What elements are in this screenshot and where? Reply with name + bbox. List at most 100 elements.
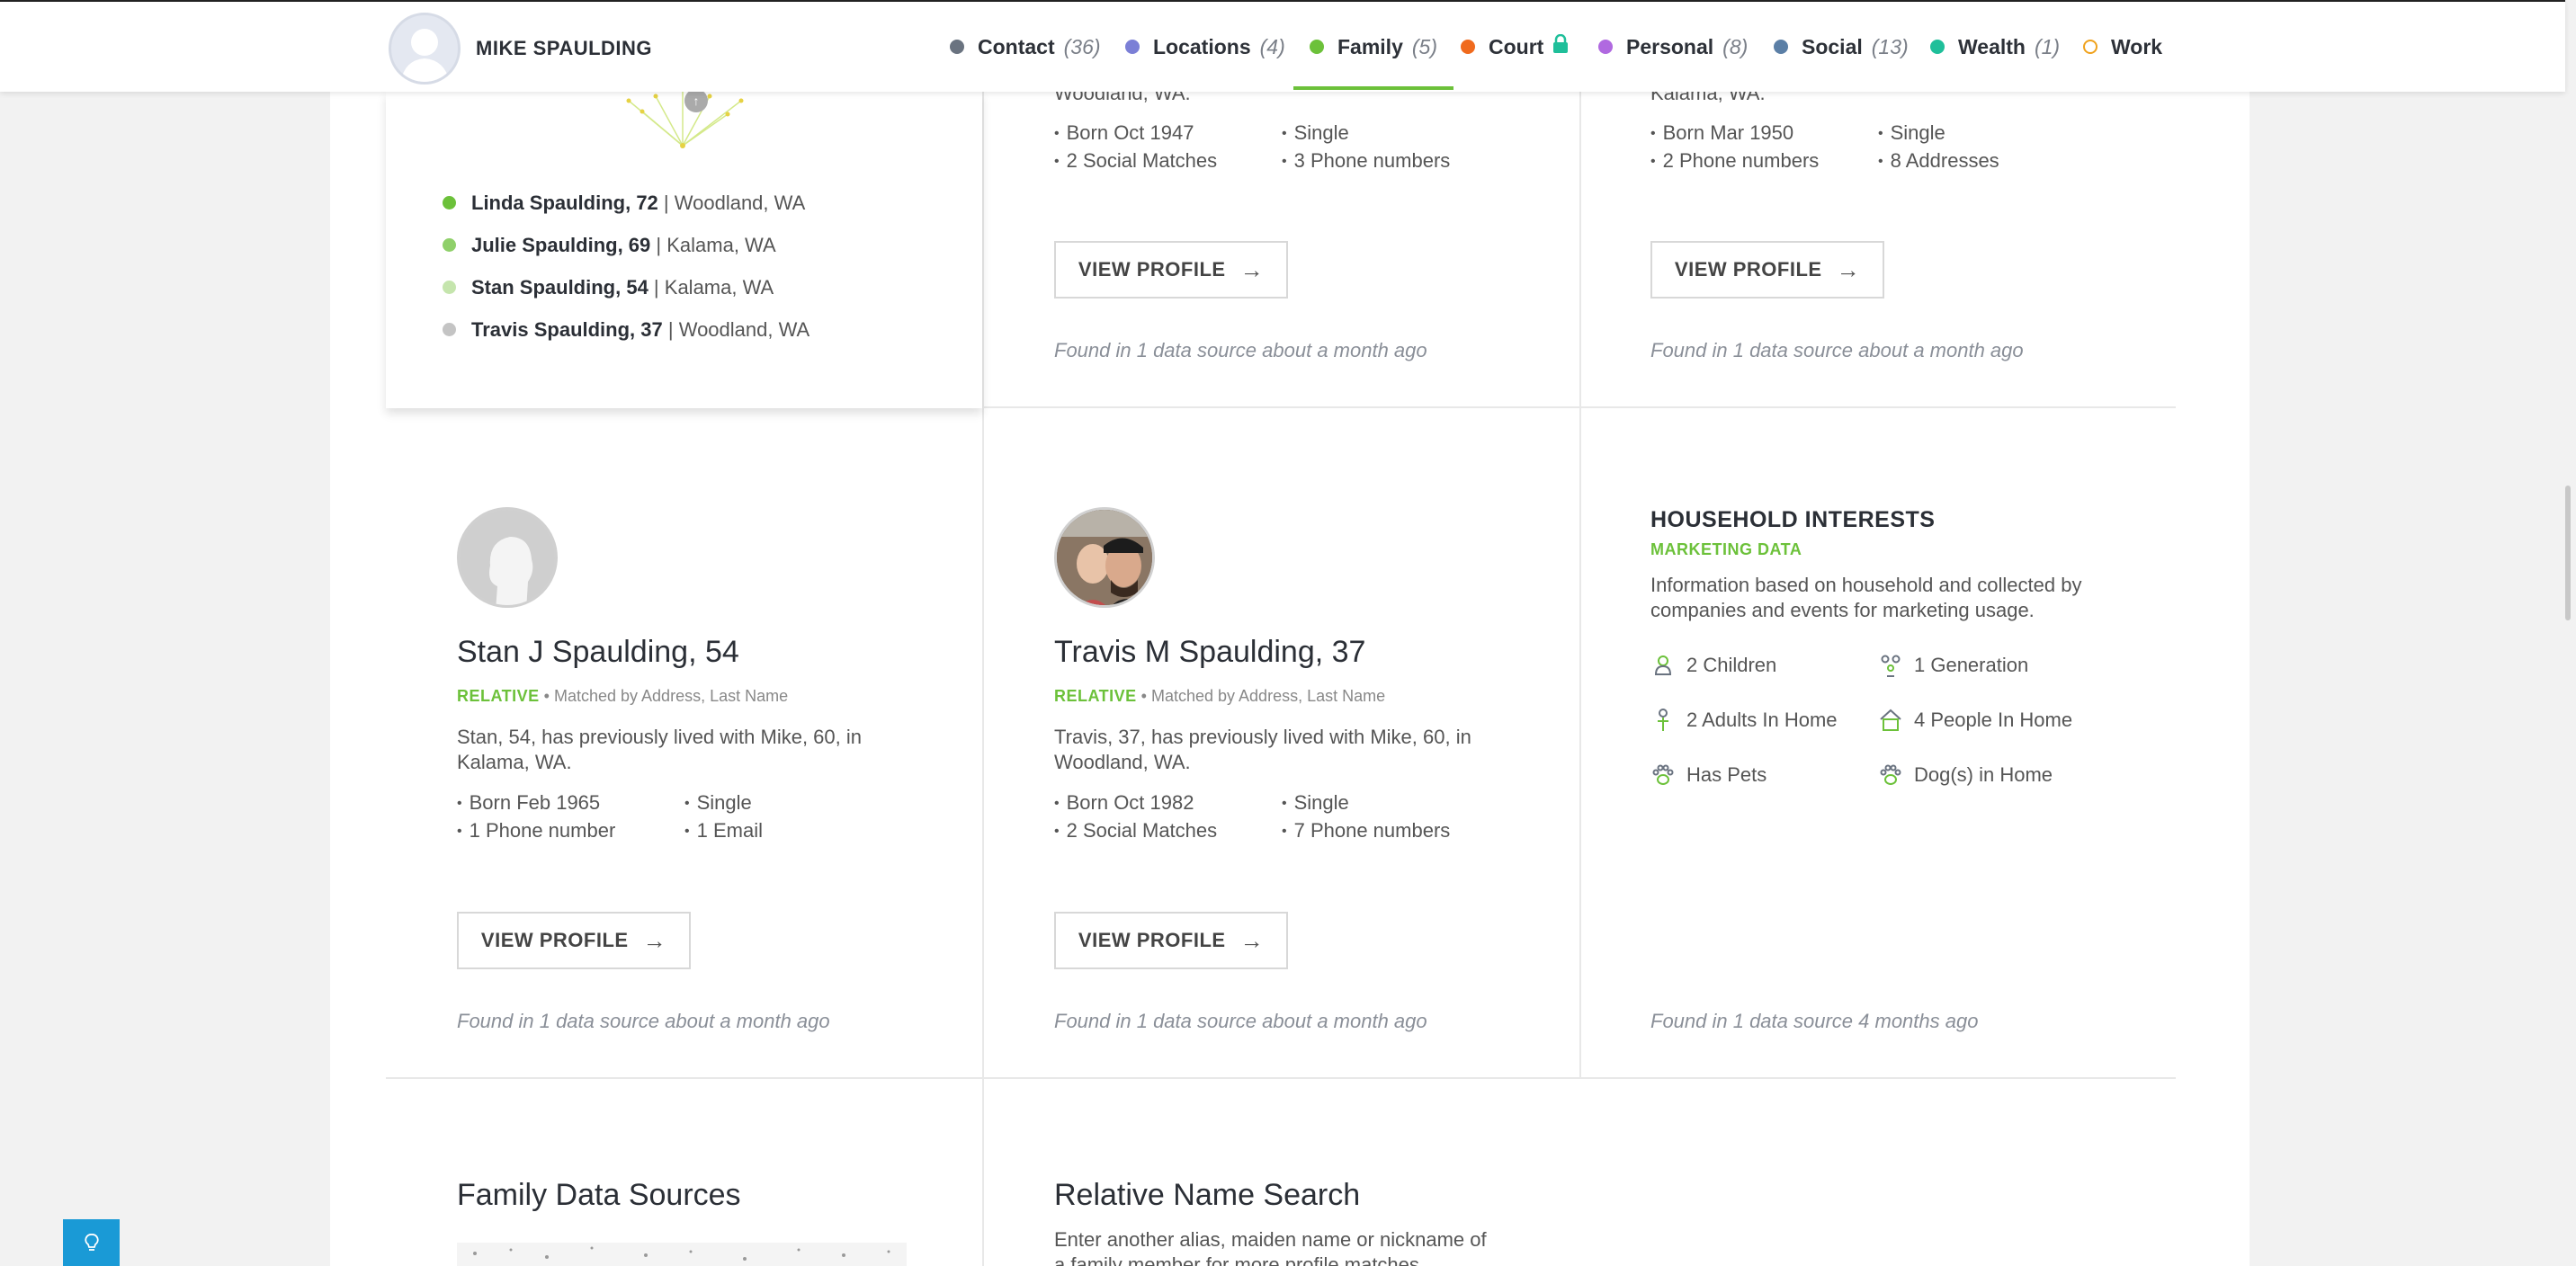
locations-dot-icon <box>1125 40 1140 54</box>
tab-count: (5) <box>1411 34 1437 58</box>
relative-search-description: Enter another alias, maiden name or nick… <box>1054 1227 1487 1266</box>
view-profile-button[interactable]: VIEW PROFILE → <box>457 912 691 969</box>
view-profile-button[interactable]: VIEW PROFILE → <box>1650 241 1884 299</box>
tab-contact[interactable]: Contact (36) <box>950 2 1101 92</box>
tab-social[interactable]: Social (13) <box>1774 2 1909 92</box>
member-location: Woodland, WA <box>674 191 806 214</box>
fact-item: Single <box>684 790 864 816</box>
match-reason: Matched by Address, Last Name <box>1150 687 1386 705</box>
data-source-note: Found in 1 data source about a month ago <box>1054 339 1427 361</box>
household-item: Dog(s) in Home <box>1878 762 2053 788</box>
member-location: Kalama, WA <box>664 275 774 299</box>
family-data-sources-title: Family Data Sources <box>457 1178 741 1212</box>
fact-item: 7 Phone numbers <box>1282 818 1462 844</box>
tab-locations[interactable]: Locations (4) <box>1125 2 1285 92</box>
fact-item: Single <box>1878 120 2058 147</box>
item-label: 2 Adults In Home <box>1686 709 1838 731</box>
household-interests-subtitle: MARKETING DATA <box>1650 540 1802 558</box>
arrow-right-icon: → <box>1239 255 1265 283</box>
tab-label: Work <box>2111 34 2163 58</box>
household-item: 2 Adults In Home <box>1650 708 1838 733</box>
button-label: VIEW PROFILE <box>1078 929 1226 951</box>
household-interests-description: Information based on household and colle… <box>1650 573 2100 623</box>
avatar[interactable] <box>1054 507 1155 608</box>
fact-item: 1 Email <box>684 818 864 844</box>
item-label: 1 Generation <box>1914 654 2029 676</box>
column-divider <box>1579 92 1581 1079</box>
item-label: Has Pets <box>1686 763 1767 786</box>
data-sources-graphic <box>457 1243 907 1266</box>
profile-name: MIKE SPAULDING <box>476 37 653 59</box>
lightbulb-icon <box>84 1234 99 1251</box>
data-source-note: Found in 1 data source about a month ago <box>1650 339 2024 361</box>
personal-dot-icon <box>1598 40 1613 54</box>
scrollbar-thumb[interactable] <box>2565 486 2571 620</box>
tab-count: (8) <box>1722 34 1749 58</box>
data-source-note: Found in 1 data source about a month ago <box>457 1010 830 1032</box>
row-divider <box>386 1077 2176 1079</box>
description-line: Stan, 54, has previously lived with Mike… <box>457 726 863 748</box>
arrow-right-icon: → <box>642 926 667 954</box>
data-source-note: Found in 1 data source 4 months ago <box>1650 1010 1979 1032</box>
tab-label: Contact <box>978 34 1055 58</box>
contact-dot-icon <box>950 40 964 54</box>
view-profile-button[interactable]: VIEW PROFILE → <box>1054 912 1288 969</box>
fact-item: 3 Phone numbers <box>1282 148 1462 174</box>
description-line: Travis, 37, has previously lived with Mi… <box>1054 726 1471 748</box>
profile-facts: Born Feb 1965 Single 1 Phone number 1 Em… <box>457 790 864 844</box>
description-line: Enter another alias, maiden name or nick… <box>1054 1228 1487 1251</box>
description-line: Woodland, WA. <box>1054 751 1191 773</box>
help-button[interactable] <box>63 1219 120 1266</box>
tab-wealth[interactable]: Wealth (1) <box>1930 2 2060 92</box>
list-item: Travis Spaulding, 37 | Woodland, WA <box>443 308 809 351</box>
household-interests-title: HOUSEHOLD INTERESTS <box>1650 507 1936 532</box>
fact-item: Born Mar 1950 <box>1650 120 1878 147</box>
list-item: Linda Spaulding, 72 | Woodland, WA <box>443 182 809 224</box>
item-label: Dog(s) in Home <box>1914 763 2053 786</box>
avatar[interactable] <box>457 507 558 608</box>
relative-tagline: RELATIVE • Matched by Address, Last Name <box>457 687 789 705</box>
svg-text:↑: ↑ <box>693 94 700 108</box>
fact-item: Born Feb 1965 <box>457 790 684 816</box>
tab-work[interactable]: Work <box>2083 2 2162 92</box>
family-tree-graphic: ↑ <box>626 92 744 148</box>
fact-item: 1 Phone number <box>457 818 684 844</box>
paw-icon <box>1880 764 1901 785</box>
relative-badge: RELATIVE <box>457 687 540 705</box>
button-label: VIEW PROFILE <box>1078 258 1226 281</box>
relative-name: Travis M Spaulding, 37 <box>1054 635 1366 669</box>
description-line: Information based on household and colle… <box>1650 574 2082 596</box>
tab-family[interactable]: Family (5) <box>1293 2 1453 92</box>
status-dot-icon <box>443 196 456 210</box>
tab-label: Court <box>1489 34 1544 58</box>
member-name: Julie Spaulding, 69 <box>471 233 651 256</box>
household-item: 4 People In Home <box>1878 708 2072 733</box>
household-item: 2 Children <box>1650 653 1776 678</box>
member-name: Linda Spaulding, 72 <box>471 191 658 214</box>
list-item: Julie Spaulding, 69 | Kalama, WA <box>443 224 809 266</box>
button-label: VIEW PROFILE <box>1674 258 1822 281</box>
profile-facts: Born Oct 1982 Single 2 Social Matches 7 … <box>1054 790 1462 844</box>
data-source-note: Found in 1 data source about a month ago <box>1054 1010 1427 1032</box>
profile-facts: Born Oct 1947 Single 2 Social Matches 3 … <box>1054 120 1462 174</box>
household-item: 1 Generation <box>1878 653 2028 678</box>
description-line: Kalama, WA. <box>457 751 572 773</box>
relative-description: Travis, 37, has previously lived with Mi… <box>1054 725 1471 775</box>
wealth-dot-icon <box>1930 40 1945 54</box>
relative-badge: RELATIVE <box>1054 687 1137 705</box>
lock-icon <box>1552 33 1569 59</box>
tab-count: (36) <box>1063 34 1101 58</box>
tab-court[interactable]: Court <box>1461 2 1569 92</box>
generation-icon <box>1881 655 1901 677</box>
tab-label: Family <box>1337 34 1403 58</box>
fact-item: Born Oct 1947 <box>1054 120 1282 147</box>
member-name: Stan Spaulding, 54 <box>471 275 648 299</box>
court-dot-icon <box>1461 40 1475 54</box>
tab-personal[interactable]: Personal (8) <box>1598 2 1748 92</box>
match-reason: Matched by Address, Last Name <box>553 687 789 705</box>
social-dot-icon <box>1774 40 1788 54</box>
row-divider <box>982 406 2176 408</box>
view-profile-button[interactable]: VIEW PROFILE → <box>1054 241 1288 299</box>
children-icon <box>1654 655 1672 675</box>
list-item: Stan Spaulding, 54 | Kalama, WA <box>443 266 809 308</box>
